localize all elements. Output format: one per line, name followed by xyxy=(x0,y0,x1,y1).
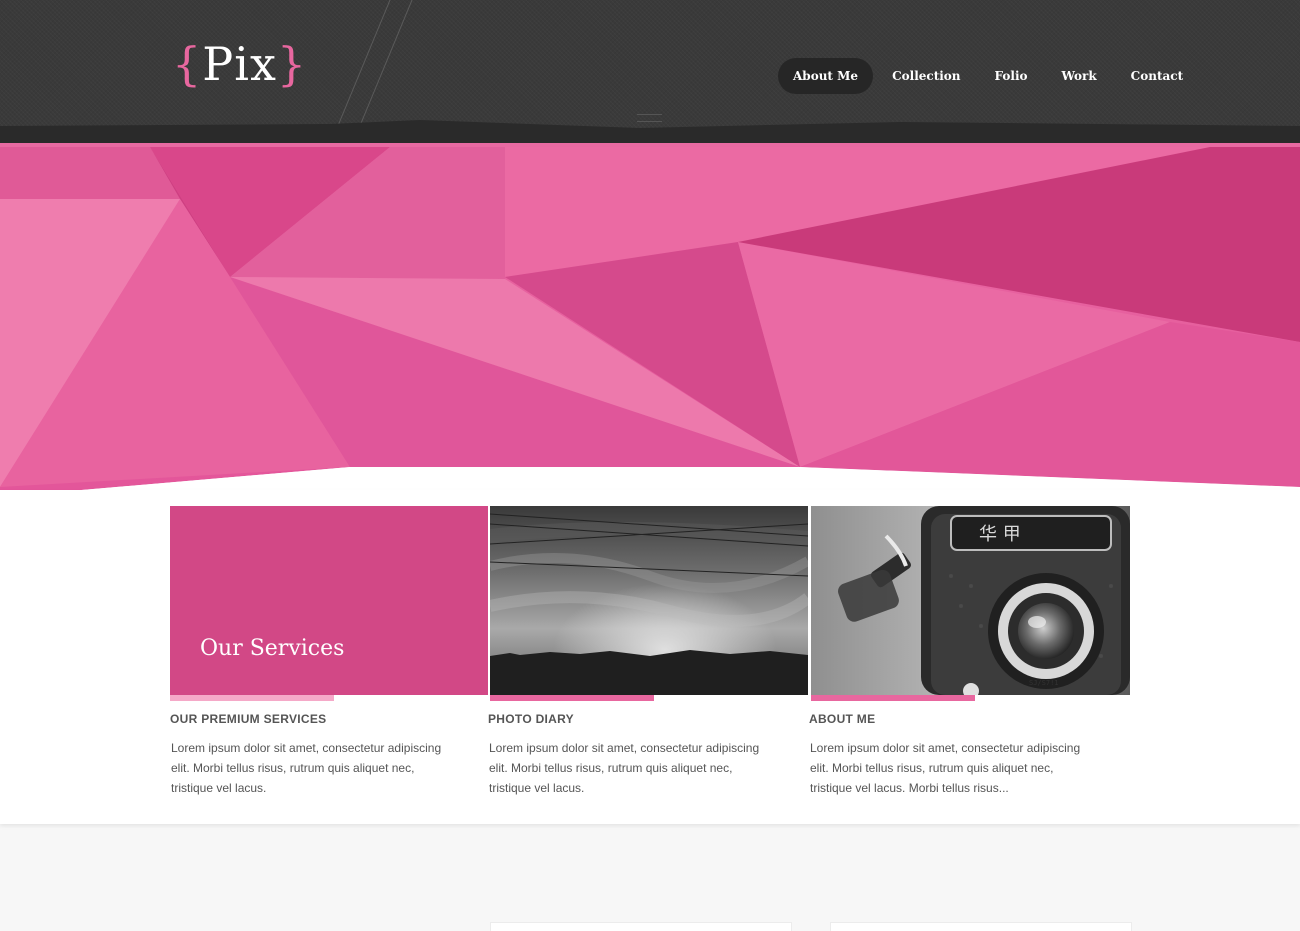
nav-item-collection[interactable]: Collection xyxy=(877,58,975,94)
card-heading[interactable]: ABOUT ME xyxy=(809,712,875,726)
hero-banner xyxy=(0,147,1300,497)
services-title: Our Services xyxy=(200,636,345,661)
photo-diary-image[interactable] xyxy=(490,506,808,695)
card-accent-bar xyxy=(811,695,975,701)
card-heading[interactable]: OUR PREMIUM SERVICES xyxy=(170,712,326,726)
card-accent-bar xyxy=(170,695,334,701)
card-heading[interactable]: PHOTO DIARY xyxy=(488,712,574,726)
logo-text: Pix xyxy=(202,37,277,91)
nav-item-contact[interactable]: Contact xyxy=(1116,58,1198,94)
sky-photo xyxy=(490,506,808,695)
nav-item-about-me[interactable]: About Me xyxy=(778,58,874,94)
feature-cards: Our Services OUR PREMIUM SERVICES Lorem … xyxy=(170,506,1130,806)
main-nav: About Me Collection Folio Work Contact xyxy=(778,58,1198,94)
logo-open-brace: { xyxy=(172,37,203,91)
nav-item-work[interactable]: Work xyxy=(1047,58,1112,94)
camera-photo: 华 甲 SJ/S7!1 xyxy=(811,506,1130,695)
services-tile[interactable]: Our Services xyxy=(170,506,488,695)
card-text: Lorem ipsum dolor sit amet, consectetur … xyxy=(810,741,1081,795)
nav-item-folio[interactable]: Folio xyxy=(980,58,1043,94)
card-accent-bar xyxy=(490,695,654,701)
camera-brand-text: 华 甲 xyxy=(979,524,1021,545)
lens-text: SJ/S7!1 xyxy=(1029,679,1059,687)
card-text: Lorem ipsum dolor sit amet, consectetur … xyxy=(489,741,760,795)
card-text: Lorem ipsum dolor sit amet, consectetur … xyxy=(171,741,442,795)
header-wave xyxy=(0,120,1300,145)
about-me-image[interactable]: 华 甲 SJ/S7!1 xyxy=(811,506,1130,695)
header-toggle-handle[interactable] xyxy=(637,114,662,122)
site-header: {Pix} About Me Collection Folio Work Con… xyxy=(0,0,1300,145)
site-logo[interactable]: {Pix} xyxy=(172,34,307,94)
logo-close-brace: } xyxy=(276,37,308,91)
